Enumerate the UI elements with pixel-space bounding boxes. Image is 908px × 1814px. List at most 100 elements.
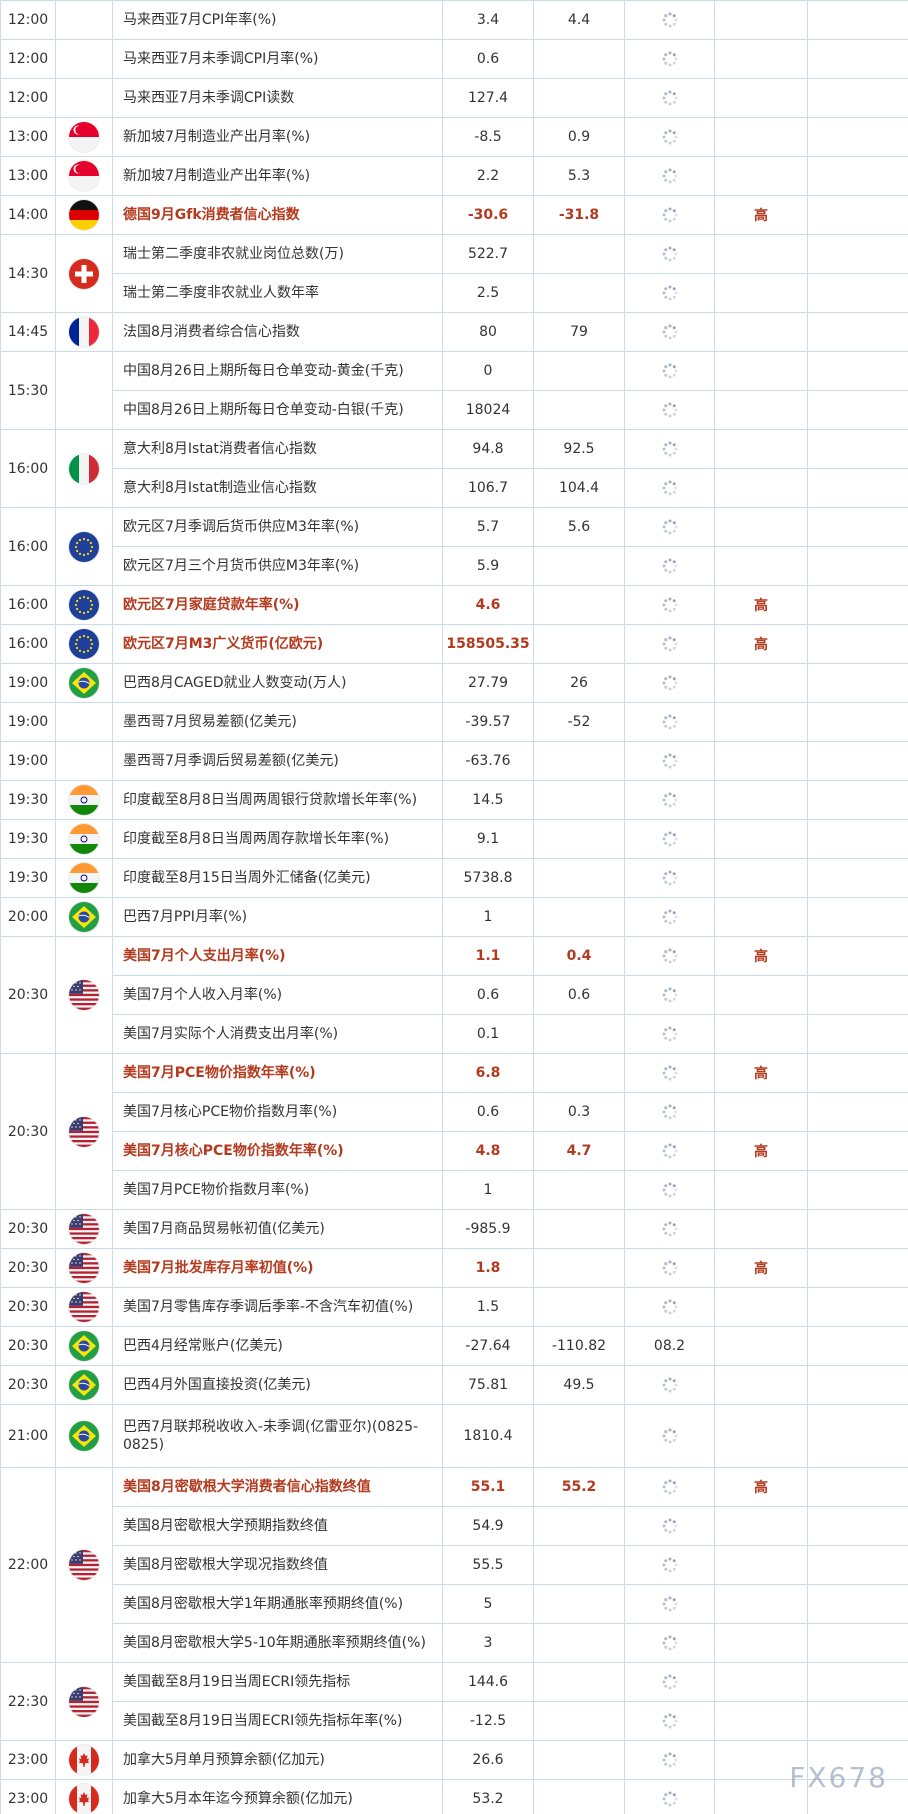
forecast-value	[533, 585, 625, 625]
table-row[interactable]: 20:30 美国7月商品贸易帐初值(亿美元) -985.9	[0, 1209, 908, 1249]
loading-spinner-icon	[661, 1376, 679, 1394]
empty-cell	[807, 195, 908, 235]
importance-badge	[714, 1545, 808, 1585]
table-row[interactable]: 瑞士第二季度非农就业人数年率 2.5	[1, 273, 908, 313]
table-row[interactable]: 14:45 法国8月消费者综合信心指数 80 79	[0, 312, 908, 352]
table-row[interactable]: 12:00 马来西亚7月未季调CPI读数 127.4	[0, 78, 908, 118]
forecast-value: -110.82	[533, 1326, 625, 1366]
switzerland-flag-icon	[69, 258, 99, 289]
table-row[interactable]: 22:30 美国截至8月19日当周ECRI领先指标 144.6	[0, 1662, 908, 1741]
table-row[interactable]: 19:00 巴西8月CAGED就业人数变动(万人) 27.79 26	[0, 663, 908, 703]
actual-value: 55.5	[442, 1545, 534, 1585]
importance-badge: 高	[714, 1053, 808, 1093]
forecast-value	[533, 1170, 625, 1210]
importance-badge	[714, 546, 808, 586]
table-row[interactable]: 19:00 墨西哥7月贸易差额(亿美元) -39.57 -52	[0, 702, 908, 742]
forecast-value	[533, 1623, 625, 1663]
time-cell: 23:00	[0, 1740, 56, 1780]
table-row[interactable]: 意大利8月Istat制造业信心指数 106.7 104.4	[1, 468, 908, 508]
table-row[interactable]: 20:00 巴西7月PPI月率(%) 1	[0, 897, 908, 937]
table-row[interactable]: 20:30 巴西4月经常账户(亿美元) -27.64 -110.82 08.2	[0, 1326, 908, 1366]
table-row[interactable]: 22:00 美国8月密歇根大学消费者信心指数终值 55.1 55.2 高	[0, 1467, 908, 1663]
table-row[interactable]: 20:30 美国7月零售库存季调后季率-不含汽车初值(%) 1.5	[0, 1287, 908, 1327]
table-row[interactable]: 21:00 巴西7月联邦税收收入-未季调(亿雷亚尔)(0825-0825) 1810…	[0, 1404, 908, 1468]
table-row[interactable]: 20:30 巴西4月外国直接投资(亿美元) 75.81 49.5	[0, 1365, 908, 1405]
table-row[interactable]: 19:30 印度截至8月8日当周两周银行贷款增长年率(%) 14.5	[0, 780, 908, 820]
event-name: 意大利8月Istat消费者信心指数	[112, 429, 443, 469]
table-row[interactable]: 美国7月实际个人消费支出月率(%) 0.1	[1, 1014, 908, 1054]
table-row[interactable]: 15:30 中国8月26日上期所每日仓单变动-黄金(千克) 0	[0, 351, 908, 430]
importance-badge	[714, 1014, 808, 1054]
status-cell	[624, 897, 715, 937]
table-row[interactable]: 19:30 印度截至8月15日当周外汇储备(亿美元) 5738.8	[0, 858, 908, 898]
flag-cell	[55, 39, 113, 79]
table-row[interactable]: 16:00 欧元区7月M3广义货币(亿欧元) 158505.35 高	[0, 624, 908, 664]
status-cell	[624, 312, 715, 352]
table-row[interactable]: 美国8月密歇根大学5-10年期通胀率预期终值(%) 3	[1, 1623, 908, 1663]
importance-badge	[714, 819, 808, 859]
table-row[interactable]: 23:00 加拿大5月单月预算余额(亿加元) 26.6	[0, 1740, 908, 1780]
watermark-logo: FX678	[789, 1761, 888, 1794]
table-row[interactable]: 20:30 美国7月个人支出月率(%) 1.1 0.4 高	[0, 936, 908, 1054]
table-row[interactable]: 20:30 美国7月批发库存月率初值(%) 1.8 高	[0, 1248, 908, 1288]
forecast-value	[533, 234, 625, 274]
table-row[interactable]: 14:00 德国9月Gfk消费者信心指数 -30.6 -31.8 高	[0, 195, 908, 235]
table-row[interactable]: 19:00 墨西哥7月季调后贸易差额(亿美元) -63.76	[0, 741, 908, 781]
event-name: 巴西4月经常账户(亿美元)	[112, 1326, 443, 1366]
table-row[interactable]: 美国7月PCE物价指数月率(%) 1	[1, 1170, 908, 1210]
table-row[interactable]: 美国8月密歇根大学预期指数终值 54.9	[1, 1506, 908, 1546]
table-row[interactable]: 16:00 欧元区7月季调后货币供应M3年率(%) 5.7 5.6	[0, 507, 908, 586]
table-row[interactable]: 13:00 新加坡7月制造业产出年率(%) 2.2 5.3	[0, 156, 908, 196]
loading-spinner-icon	[661, 128, 679, 146]
time-cell: 16:00	[0, 585, 56, 625]
table-row[interactable]: 20:30 美国7月PCE物价指数年率(%) 6.8 高	[0, 1053, 908, 1210]
loading-spinner-icon	[661, 401, 679, 419]
time-cell: 19:30	[0, 819, 56, 859]
loading-spinner-icon	[661, 986, 679, 1004]
event-name: 美国8月密歇根大学5-10年期通胀率预期终值(%)	[112, 1623, 443, 1663]
table-row[interactable]: 16:00 欧元区7月家庭贷款年率(%) 4.6 高	[0, 585, 908, 625]
table-row[interactable]: 美国7月核心PCE物价指数年率(%) 4.8 4.7 高	[1, 1131, 908, 1171]
table-row[interactable]: 13:00 新加坡7月制造业产出月率(%) -8.5 0.9	[0, 117, 908, 157]
status-cell	[624, 429, 715, 469]
empty-cell	[807, 117, 908, 157]
brazil-flag-icon	[69, 902, 99, 932]
loading-spinner-icon	[661, 1595, 679, 1613]
table-row[interactable]: 欧元区7月三个月货币供应M3年率(%) 5.9	[1, 546, 908, 586]
status-cell	[624, 0, 715, 40]
table-row[interactable]: 19:30 印度截至8月8日当周两周存款增长年率(%) 9.1	[0, 819, 908, 859]
loading-spinner-icon	[661, 635, 679, 653]
table-row[interactable]: 美国7月个人收入月率(%) 0.6 0.6	[1, 975, 908, 1015]
table-row[interactable]: 美国8月密歇根大学1年期通胀率预期终值(%) 5	[1, 1584, 908, 1624]
time-cell: 15:30	[0, 351, 56, 430]
event-name: 美国8月密歇根大学1年期通胀率预期终值(%)	[112, 1584, 443, 1624]
table-row[interactable]: 14:30 瑞士第二季度非农就业岗位总数(万) 522.7	[0, 234, 908, 313]
flag-cell	[55, 156, 113, 196]
time-cell: 12:00	[0, 39, 56, 79]
loading-spinner-icon	[661, 869, 679, 887]
time-cell: 22:30	[0, 1662, 56, 1741]
loading-spinner-icon	[661, 1064, 679, 1082]
table-row[interactable]: 美国7月核心PCE物价指数月率(%) 0.6 0.3	[1, 1092, 908, 1132]
loading-spinner-icon	[661, 908, 679, 926]
table-row[interactable]: 美国截至8月19日当周ECRI领先指标年率(%) -12.5	[1, 1701, 908, 1741]
table-row[interactable]: 美国8月密歇根大学现况指数终值 55.5	[1, 1545, 908, 1585]
table-row[interactable]: 12:00 马来西亚7月CPI年率(%) 3.4 4.4	[0, 0, 908, 40]
table-row[interactable]: 中国8月26日上期所每日仓单变动-白银(千克) 18024	[1, 390, 908, 430]
table-row[interactable]: 12:00 马来西亚7月未季调CPI月率(%) 0.6	[0, 39, 908, 79]
event-name: 美国7月零售库存季调后季率-不含汽车初值(%)	[112, 1287, 443, 1327]
flag-cell	[55, 897, 113, 937]
table-row[interactable]: 23:00 加拿大5月本年迄今预算余额(亿加元) 53.2	[0, 1779, 908, 1814]
empty-cell	[807, 897, 908, 937]
loading-spinner-icon	[661, 713, 679, 731]
flag-cell	[55, 1779, 113, 1814]
flag-cell	[55, 234, 113, 313]
status-cell	[624, 1740, 715, 1780]
event-name: 巴西7月联邦税收收入-未季调(亿雷亚尔)(0825-0825)	[112, 1404, 443, 1468]
table-row[interactable]: 16:00 意大利8月Istat消费者信心指数 94.8 92.5	[0, 429, 908, 508]
actual-value: 144.6	[442, 1662, 534, 1702]
flag-cell	[55, 78, 113, 118]
forecast-value	[533, 1014, 625, 1054]
event-name: 美国7月批发库存月率初值(%)	[112, 1248, 443, 1288]
event-name: 加拿大5月单月预算余额(亿加元)	[112, 1740, 443, 1780]
